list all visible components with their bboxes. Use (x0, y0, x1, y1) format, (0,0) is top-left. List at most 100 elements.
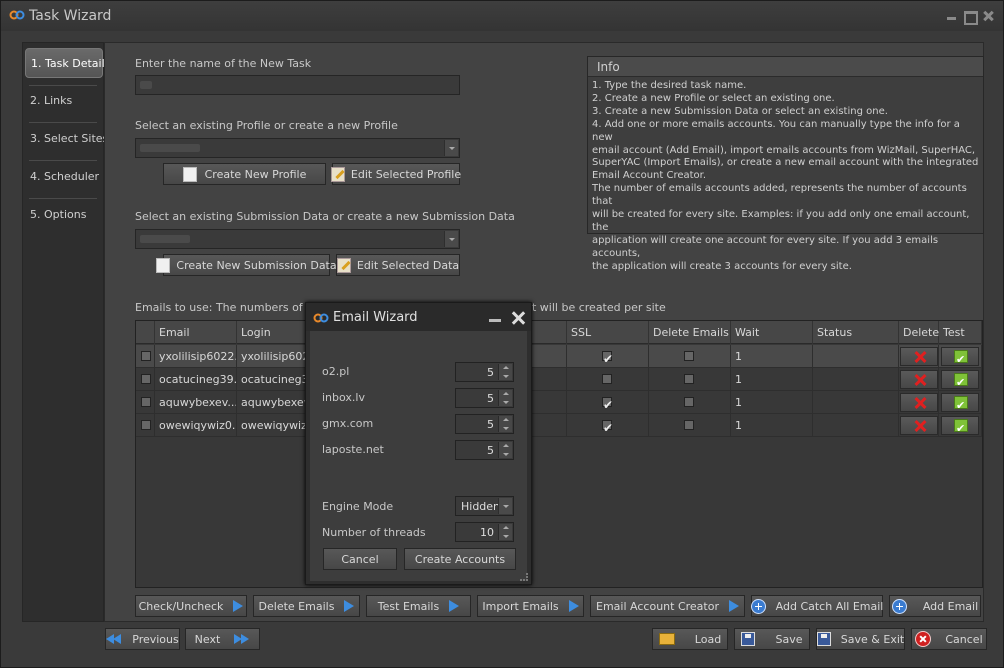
chevron-down-icon[interactable] (444, 231, 458, 247)
previous-arrows-icon (106, 634, 122, 644)
minimize-icon[interactable] (489, 319, 501, 322)
delete-emails-button[interactable]: Delete Emails (253, 595, 360, 617)
spin-arrows-icon[interactable] (498, 524, 512, 540)
sidebar-item-task-details[interactable]: 1. Task Details (25, 48, 110, 78)
profile-select[interactable] (135, 138, 460, 158)
provider-count-o2[interactable]: 5 (455, 362, 514, 382)
delete-emails-checkbox[interactable] (684, 420, 694, 430)
header-delete[interactable]: Delete (899, 321, 939, 344)
test-row-button[interactable] (941, 370, 979, 390)
info-line: the application will create 3 accounts f… (592, 260, 852, 272)
delete-row-button[interactable] (900, 347, 938, 366)
status-cell (813, 345, 899, 368)
row-select-checkbox[interactable] (141, 374, 151, 384)
spin-arrows-icon[interactable] (498, 442, 512, 458)
ssl-checkbox[interactable] (602, 348, 613, 367)
wait-cell[interactable]: 1 (731, 391, 813, 414)
email-cell[interactable]: yxolilisip6022... (155, 345, 237, 368)
wait-cell[interactable]: 1 (731, 414, 813, 437)
wait-cell[interactable]: 1 (731, 368, 813, 391)
maximize-icon[interactable] (963, 10, 978, 25)
row-select-checkbox[interactable] (141, 420, 151, 430)
email-wizard-body: o2.pl 5 inbox.lv 5 gmx.com 5 laposte.net… (310, 331, 527, 581)
delete-row-button[interactable] (900, 370, 938, 389)
table-row[interactable]: ocatucineg39... ocatucineg39 1 (136, 368, 982, 391)
redacted-text (140, 81, 152, 89)
chevron-down-icon[interactable] (444, 140, 458, 156)
import-emails-button[interactable]: Import Emails (477, 595, 584, 617)
save-exit-button[interactable]: Save & Exit (816, 628, 905, 650)
provider-count-laposte[interactable]: 5 (455, 440, 514, 460)
arrow-right-icon (233, 600, 244, 612)
next-arrows-icon (234, 634, 250, 644)
sidebar-item-options[interactable]: 5. Options (25, 200, 103, 230)
header-select-column (136, 321, 155, 344)
engine-mode-select[interactable]: Hidden (455, 496, 514, 516)
edit-selected-data-button[interactable]: Edit Selected Data (336, 254, 460, 276)
sidebar-item-scheduler[interactable]: 4. Scheduler (25, 162, 103, 192)
delete-emails-checkbox[interactable] (684, 397, 694, 407)
next-button[interactable]: Next (185, 628, 260, 650)
task-name-input[interactable] (135, 75, 460, 95)
ssl-checkbox[interactable] (602, 374, 612, 384)
sidebar-item-select-sites[interactable]: 3. Select Sites (25, 124, 108, 154)
row-select-checkbox[interactable] (141, 351, 151, 361)
sidebar-item-links[interactable]: 2. Links (25, 86, 103, 116)
submission-data-select[interactable] (135, 229, 460, 249)
resize-grip-icon[interactable] (520, 573, 528, 581)
minimize-icon[interactable] (945, 10, 959, 22)
table-row[interactable]: owewiqywiz0... owewiqywiz0 1 (136, 414, 982, 437)
info-line: 4. Add one or more emails accounts. You … (592, 118, 960, 143)
delete-row-button[interactable] (900, 416, 938, 435)
add-email-button[interactable]: Add Email (889, 595, 981, 617)
add-catch-all-email-button[interactable]: Add Catch All Email (750, 595, 883, 617)
close-icon[interactable] (981, 10, 995, 22)
cancel-button[interactable]: Cancel (911, 628, 987, 650)
email-account-creator-button[interactable]: Email Account Creator (590, 595, 745, 617)
spin-arrows-icon[interactable] (498, 364, 512, 380)
spin-arrows-icon[interactable] (498, 416, 512, 432)
provider-count-inbox[interactable]: 5 (455, 388, 514, 408)
close-icon[interactable] (511, 311, 525, 325)
submission-data-label: Select an existing Submission Data or cr… (135, 210, 515, 223)
title-bar: Task Wizard (1, 1, 1003, 31)
table-row[interactable]: aquwybexev... aquwybexev 1 (136, 391, 982, 414)
previous-button[interactable]: Previous (105, 628, 180, 650)
wizard-cancel-button[interactable]: Cancel (323, 548, 397, 570)
test-row-button[interactable] (941, 393, 979, 413)
spin-arrows-icon[interactable] (498, 390, 512, 406)
delete-emails-checkbox[interactable] (684, 374, 694, 384)
edit-selected-profile-button[interactable]: Edit Selected Profile (330, 163, 461, 185)
delete-emails-checkbox[interactable] (684, 351, 694, 361)
load-button[interactable]: Load (652, 628, 728, 650)
create-accounts-button[interactable]: Create Accounts (404, 548, 516, 570)
wait-cell[interactable]: 1 (731, 345, 813, 368)
header-wait[interactable]: Wait (731, 321, 813, 344)
header-email[interactable]: Email (155, 321, 237, 344)
cancel-icon (915, 631, 932, 647)
test-row-button[interactable] (941, 347, 979, 367)
check-uncheck-button[interactable]: Check/Uncheck (135, 595, 247, 617)
email-cell[interactable]: owewiqywiz0... (155, 414, 237, 437)
table-row[interactable]: yxolilisip6022... yxolilisip6022 1 (136, 345, 982, 368)
header-delete-emails[interactable]: Delete Emails (649, 321, 731, 344)
header-test[interactable]: Test (939, 321, 982, 344)
test-emails-button[interactable]: Test Emails (366, 595, 471, 617)
header-ssl[interactable]: SSL (567, 321, 649, 344)
delete-x-icon (914, 351, 926, 363)
ssl-checkbox[interactable] (602, 394, 613, 413)
header-status[interactable]: Status (813, 321, 899, 344)
email-cell[interactable]: aquwybexev... (155, 391, 237, 414)
chevron-down-icon[interactable] (498, 498, 512, 514)
email-wizard-title-bar[interactable]: Email Wizard (306, 303, 531, 331)
delete-row-button[interactable] (900, 393, 938, 412)
row-select-checkbox[interactable] (141, 397, 151, 407)
ssl-checkbox[interactable] (602, 417, 613, 436)
provider-count-gmx[interactable]: 5 (455, 414, 514, 434)
test-row-button[interactable] (941, 416, 979, 436)
create-new-profile-button[interactable]: Create New Profile (163, 163, 326, 185)
create-new-submission-data-button[interactable]: Create New Submission Data (156, 254, 337, 276)
threads-stepper[interactable]: 10 (455, 522, 514, 542)
save-button[interactable]: Save (734, 628, 810, 650)
email-cell[interactable]: ocatucineg39... (155, 368, 237, 391)
